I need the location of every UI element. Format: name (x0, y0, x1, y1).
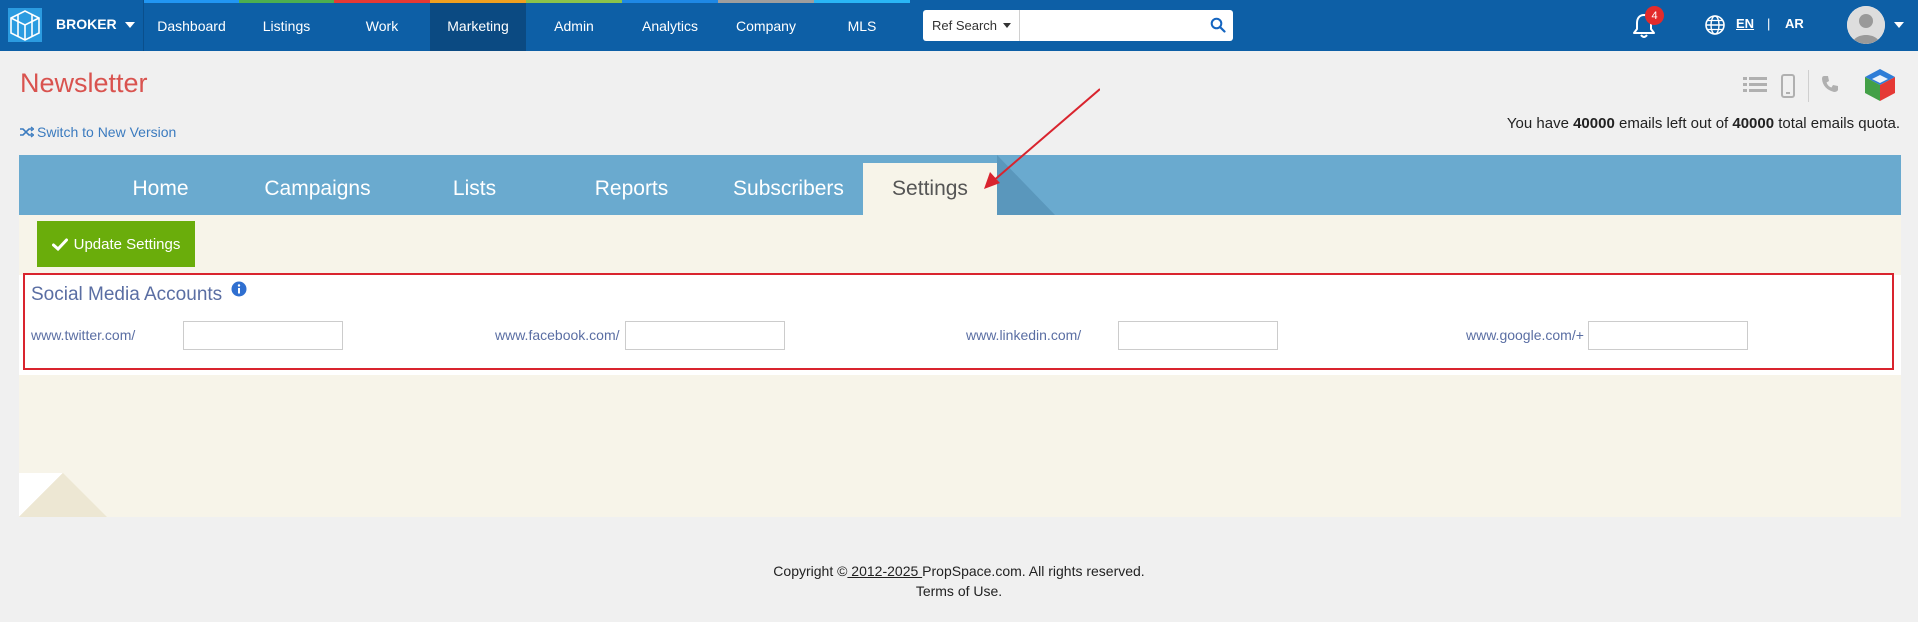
tab-subscribers[interactable]: Subscribers (710, 163, 867, 215)
nav-dashboard[interactable]: Dashboard (144, 0, 239, 51)
tab-home[interactable]: Home (82, 163, 239, 215)
chevron-down-icon[interactable] (1894, 22, 1904, 28)
nav-listings[interactable]: Listings (239, 0, 334, 51)
email-quota-text: You have 40000 emails left out of 40000 … (1507, 115, 1900, 132)
footer: Copyright © 2012-2025 PropSpace.com. All… (0, 561, 1918, 601)
quota-left: 40000 (1573, 115, 1615, 132)
mobile-icon[interactable] (1781, 74, 1795, 98)
nav-stripe (334, 0, 430, 3)
tab-label: Campaigns (264, 177, 371, 200)
chevron-down-icon (124, 22, 135, 29)
nav-label: Company (736, 17, 796, 34)
quota-suffix: total emails quota. (1774, 115, 1900, 132)
tab-campaigns[interactable]: Campaigns (239, 163, 396, 215)
nav-stripe (239, 0, 334, 3)
tab-label: Reports (594, 177, 669, 200)
quota-mid: emails left out of (1614, 115, 1733, 132)
lang-ar-link[interactable]: AR (1785, 16, 1804, 31)
quota-total: 40000 (1732, 115, 1775, 132)
globe-icon[interactable] (1704, 14, 1726, 36)
tab-label: Home (132, 177, 189, 200)
nav-mls[interactable]: MLS (814, 0, 910, 51)
cube-icon[interactable] (1864, 68, 1896, 102)
copyright-line: Copyright © 2012-2025 PropSpace.com. All… (0, 561, 1918, 581)
avatar[interactable] (1847, 6, 1885, 44)
nav-work[interactable]: Work (334, 0, 430, 51)
copyright-suffix: PropSpace.com. All rights reserved. (922, 563, 1145, 579)
arrow-annotation (984, 88, 1100, 189)
phone-icon[interactable] (1820, 74, 1840, 94)
google-input[interactable] (1588, 321, 1748, 350)
facebook-input[interactable] (625, 321, 785, 350)
corner-decoration (19, 473, 63, 517)
switch-version-link[interactable]: Switch to New Version (20, 124, 176, 140)
nav-label: Analytics (641, 17, 699, 34)
linkedin-input[interactable] (1118, 321, 1278, 350)
newsletter-tab-bar: Home Campaigns Lists Reports Subscribers… (19, 155, 1901, 215)
update-settings-button[interactable]: Update Settings (37, 221, 195, 267)
broker-menu[interactable]: BROKER (56, 16, 135, 32)
header-divider (1808, 70, 1809, 102)
nav-label: Admin (554, 17, 594, 34)
ref-search-label: Ref Search (932, 18, 998, 33)
check-icon (51, 238, 68, 251)
ref-search-dropdown[interactable]: Ref Search (923, 10, 1020, 41)
avatar-icon (1847, 6, 1885, 44)
lang-separator: | (1767, 16, 1771, 31)
nav-stripe (814, 0, 910, 3)
chevron-down-icon (1003, 23, 1012, 28)
top-navbar: BROKER Dashboard Listings Work Marketing… (0, 0, 1918, 51)
nav-stripe (718, 0, 814, 3)
tab-label: Settings (892, 177, 968, 200)
shuffle-icon (20, 126, 34, 138)
nav-label: Dashboard (157, 17, 226, 34)
tab-label: Subscribers (733, 177, 844, 200)
nav-stripe (144, 0, 239, 3)
update-settings-label: Update Settings (73, 235, 181, 253)
tab-reports[interactable]: Reports (553, 163, 710, 215)
nav-label: Marketing (447, 17, 509, 34)
nav-label: Listings (262, 17, 311, 34)
twitter-input[interactable] (183, 321, 343, 350)
corner-decoration (63, 473, 107, 517)
twitter-label: www.twitter.com/ (31, 327, 136, 343)
search-input[interactable] (1020, 10, 1233, 41)
google-label: www.google.com/+ (1466, 327, 1584, 343)
nav-analytics[interactable]: Analytics (622, 0, 718, 51)
linkedin-label: www.linkedin.com/ (966, 327, 1082, 343)
notification-badge: 4 (1645, 6, 1664, 25)
broker-label: BROKER (56, 16, 117, 32)
tab-settings[interactable]: Settings (863, 163, 997, 215)
terms-link[interactable]: Terms of Use. (0, 581, 1918, 601)
copyright-prefix: Copyright © (773, 563, 848, 579)
nav-label: MLS (847, 17, 877, 34)
info-icon[interactable] (231, 281, 247, 297)
copyright-years: 2012-2025 (847, 563, 923, 579)
nav-stripe (526, 0, 622, 3)
logo-icon[interactable] (8, 8, 42, 42)
switch-version-label: Switch to New Version (37, 124, 177, 140)
settings-panel: Update Settings Social Media Accounts ww… (19, 215, 1901, 517)
lang-en-link[interactable]: EN (1736, 16, 1754, 31)
social-media-title: Social Media Accounts (31, 284, 223, 305)
list-icon[interactable] (1743, 74, 1767, 96)
tab-label: Lists (452, 177, 497, 200)
nav-stripe (430, 0, 526, 3)
nav-label: Work (365, 17, 399, 34)
nav-stripe (622, 0, 718, 3)
nav-marketing[interactable]: Marketing (430, 0, 526, 51)
page-title: Newsletter (20, 68, 148, 98)
nav-admin[interactable]: Admin (526, 0, 622, 51)
facebook-label: www.facebook.com/ (495, 327, 620, 343)
social-media-section: Social Media Accounts www.twitter.com/ w… (19, 275, 1901, 375)
quota-prefix: You have (1506, 115, 1574, 132)
search-icon[interactable] (1210, 17, 1226, 33)
tab-lists[interactable]: Lists (396, 163, 553, 215)
nav-company[interactable]: Company (718, 0, 814, 51)
